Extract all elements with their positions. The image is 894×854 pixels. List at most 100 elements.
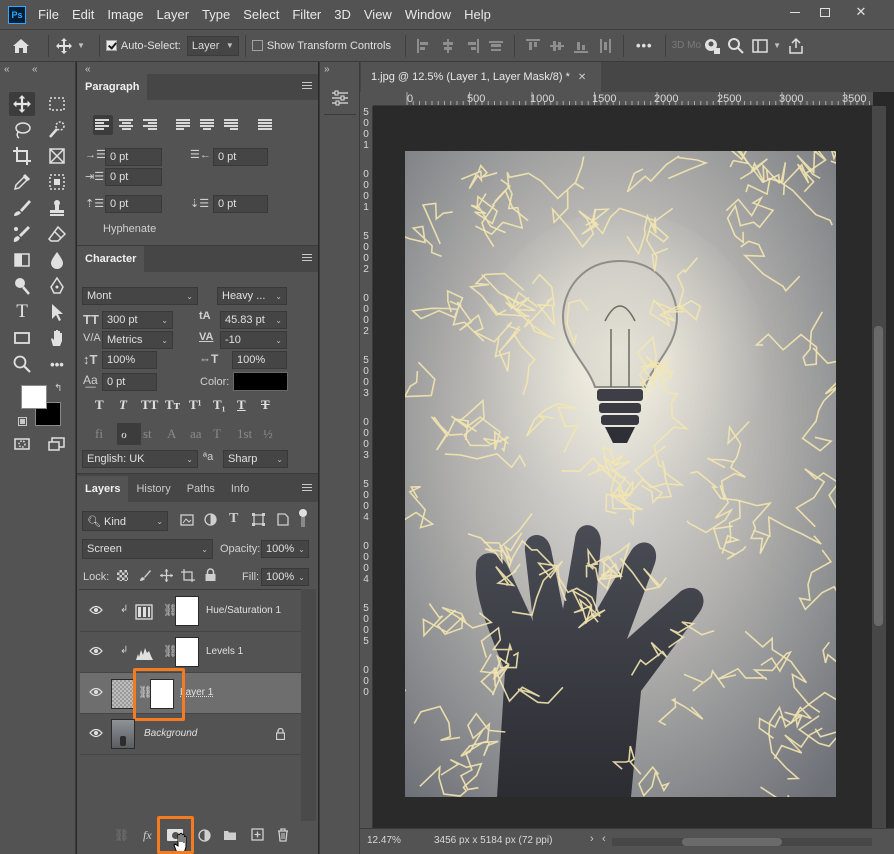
opentype-button[interactable]: st: [143, 426, 152, 442]
menu-image[interactable]: Image: [107, 7, 143, 22]
menu-file[interactable]: File: [38, 7, 59, 22]
space-after-field[interactable]: 0 pt: [213, 195, 268, 213]
align-right-icon[interactable]: [464, 38, 480, 54]
menu-layer[interactable]: Layer: [157, 7, 190, 22]
frame-tool[interactable]: [44, 144, 70, 168]
filter-shape-icon[interactable]: [252, 513, 265, 526]
eye-icon[interactable]: [89, 728, 103, 738]
lock-all-icon[interactable]: [205, 568, 216, 582]
chevron-down-icon[interactable]: ▼: [773, 41, 781, 50]
baseline-shift-field[interactable]: 0 pt: [102, 373, 157, 391]
tracking-dropdown[interactable]: -10 ⌄: [220, 331, 287, 349]
opentype-button[interactable]: aa: [190, 426, 202, 442]
paragraph-align-option[interactable]: [258, 119, 274, 131]
antialias-dropdown[interactable]: Sharp ⌄: [223, 450, 288, 468]
vertical-ruler[interactable]: 500100015002000250030003500400045005000: [360, 106, 373, 828]
layer-row-background[interactable]: Background: [80, 714, 301, 755]
menu-3d[interactable]: 3D: [334, 7, 351, 22]
tab-paragraph[interactable]: Paragraph: [77, 74, 148, 100]
layer-name[interactable]: Background: [144, 728, 197, 739]
pen-tool[interactable]: [44, 274, 70, 298]
minimize-button[interactable]: [780, 0, 810, 24]
paragraph-align-option[interactable]: [176, 119, 192, 131]
move-tool[interactable]: [9, 92, 35, 116]
more-tools-button[interactable]: •••: [44, 352, 70, 376]
link-layers-icon[interactable]: ⛓: [114, 828, 129, 842]
menu-select[interactable]: Select: [243, 7, 279, 22]
eye-icon[interactable]: [89, 646, 103, 656]
filter-toggle[interactable]: [299, 509, 307, 529]
blend-mode-dropdown[interactable]: Screen ⌄: [82, 539, 213, 559]
paragraph-align-option[interactable]: [143, 119, 159, 131]
panel-menu-icon[interactable]: [302, 82, 312, 91]
tab-layers[interactable]: Layers: [77, 476, 129, 502]
menu-view[interactable]: View: [364, 7, 392, 22]
type-style-button[interactable]: T: [119, 397, 127, 413]
filter-smart-object-icon[interactable]: [277, 513, 289, 526]
menu-type[interactable]: Type: [202, 7, 230, 22]
layer-row-layer1[interactable]: ⛓ Layer 1: [80, 673, 301, 714]
indent-right-field[interactable]: 0 pt: [213, 148, 268, 166]
auto-select-dropdown[interactable]: Layer ▼: [186, 35, 239, 56]
eye-icon[interactable]: [89, 687, 103, 697]
quick-select-tool[interactable]: [44, 118, 70, 142]
layer-row-levels[interactable]: ↲ ⛓ Levels 1: [80, 632, 301, 673]
type-style-button[interactable]: T₁: [213, 397, 226, 413]
collapse-arrows-icon[interactable]: «: [32, 64, 38, 75]
home-button[interactable]: [0, 30, 42, 62]
eyedropper-tool[interactable]: [9, 170, 35, 194]
eye-icon[interactable]: [89, 605, 103, 615]
align-vcenter-icon[interactable]: [549, 38, 565, 54]
layer-row-hue-saturation[interactable]: ↲ ⛓ Hue/Saturation 1: [80, 591, 301, 632]
paragraph-align-option[interactable]: [119, 119, 135, 131]
type-tool[interactable]: T: [9, 300, 35, 324]
object-select-tool[interactable]: [44, 170, 70, 194]
paragraph-align-option[interactable]: [224, 119, 240, 131]
crop-tool[interactable]: [9, 144, 35, 168]
paragraph-align-option[interactable]: [95, 119, 111, 131]
zoom-level[interactable]: 12.47%: [367, 835, 401, 846]
align-bottom-icon[interactable]: [573, 38, 589, 54]
panel-menu-icon[interactable]: [302, 484, 312, 493]
layer-mask-thumbnail[interactable]: [175, 596, 199, 626]
zoom-tool[interactable]: [9, 352, 35, 376]
lasso-tool[interactable]: [9, 118, 35, 142]
language-dropdown[interactable]: English: UK ⌄: [82, 450, 198, 468]
eraser-tool[interactable]: [44, 222, 70, 246]
document-tab[interactable]: 1.jpg @ 12.5% (Layer 1, Layer Mask/8) * …: [361, 62, 601, 92]
default-colors-icon[interactable]: [18, 417, 27, 426]
quick-mask-button[interactable]: [9, 432, 35, 456]
indent-first-line-field[interactable]: 0 pt: [105, 168, 162, 186]
maximize-button[interactable]: [810, 0, 840, 24]
type-style-button[interactable]: Tт: [165, 397, 180, 413]
align-left-icon[interactable]: [416, 38, 432, 54]
opentype-button[interactable]: ℴ: [121, 426, 127, 442]
marquee-tool[interactable]: [44, 92, 70, 116]
path-select-tool[interactable]: [44, 300, 70, 324]
vertical-scrollbar[interactable]: [872, 106, 886, 828]
layers-scrollbar[interactable]: [301, 589, 316, 821]
collapse-arrows-icon[interactable]: «: [4, 64, 10, 75]
scroll-thumb[interactable]: [874, 326, 883, 626]
more-options-button[interactable]: •••: [636, 38, 653, 53]
font-size-dropdown[interactable]: 300 pt ⌄: [102, 311, 173, 329]
layer-name[interactable]: Hue/Saturation 1: [206, 605, 281, 616]
stamp-tool[interactable]: [44, 196, 70, 220]
dodge-tool[interactable]: [9, 274, 35, 298]
filter-adjustment-icon[interactable]: [204, 513, 217, 526]
vertical-scale-field[interactable]: 100%: [102, 351, 157, 369]
move-tool-preset[interactable]: ▼: [55, 37, 85, 55]
close-window-button[interactable]: ✕: [846, 0, 876, 24]
layer-thumbnail[interactable]: [111, 679, 135, 709]
menu-help[interactable]: Help: [464, 7, 491, 22]
close-tab-icon[interactable]: ✕: [578, 72, 586, 83]
lock-paint-icon[interactable]: [139, 569, 152, 582]
brush-tool[interactable]: [9, 196, 35, 220]
opentype-button[interactable]: A: [167, 426, 176, 442]
horizontal-ruler[interactable]: 0 500 1000 1500 2000 2500 3000 3500: [373, 92, 873, 106]
indent-left-field[interactable]: 0 pt: [105, 148, 162, 166]
lock-transparent-icon[interactable]: [117, 570, 128, 581]
type-style-button[interactable]: T: [261, 397, 270, 413]
new-layer-icon[interactable]: [251, 828, 264, 841]
gradient-tool[interactable]: [9, 248, 35, 272]
